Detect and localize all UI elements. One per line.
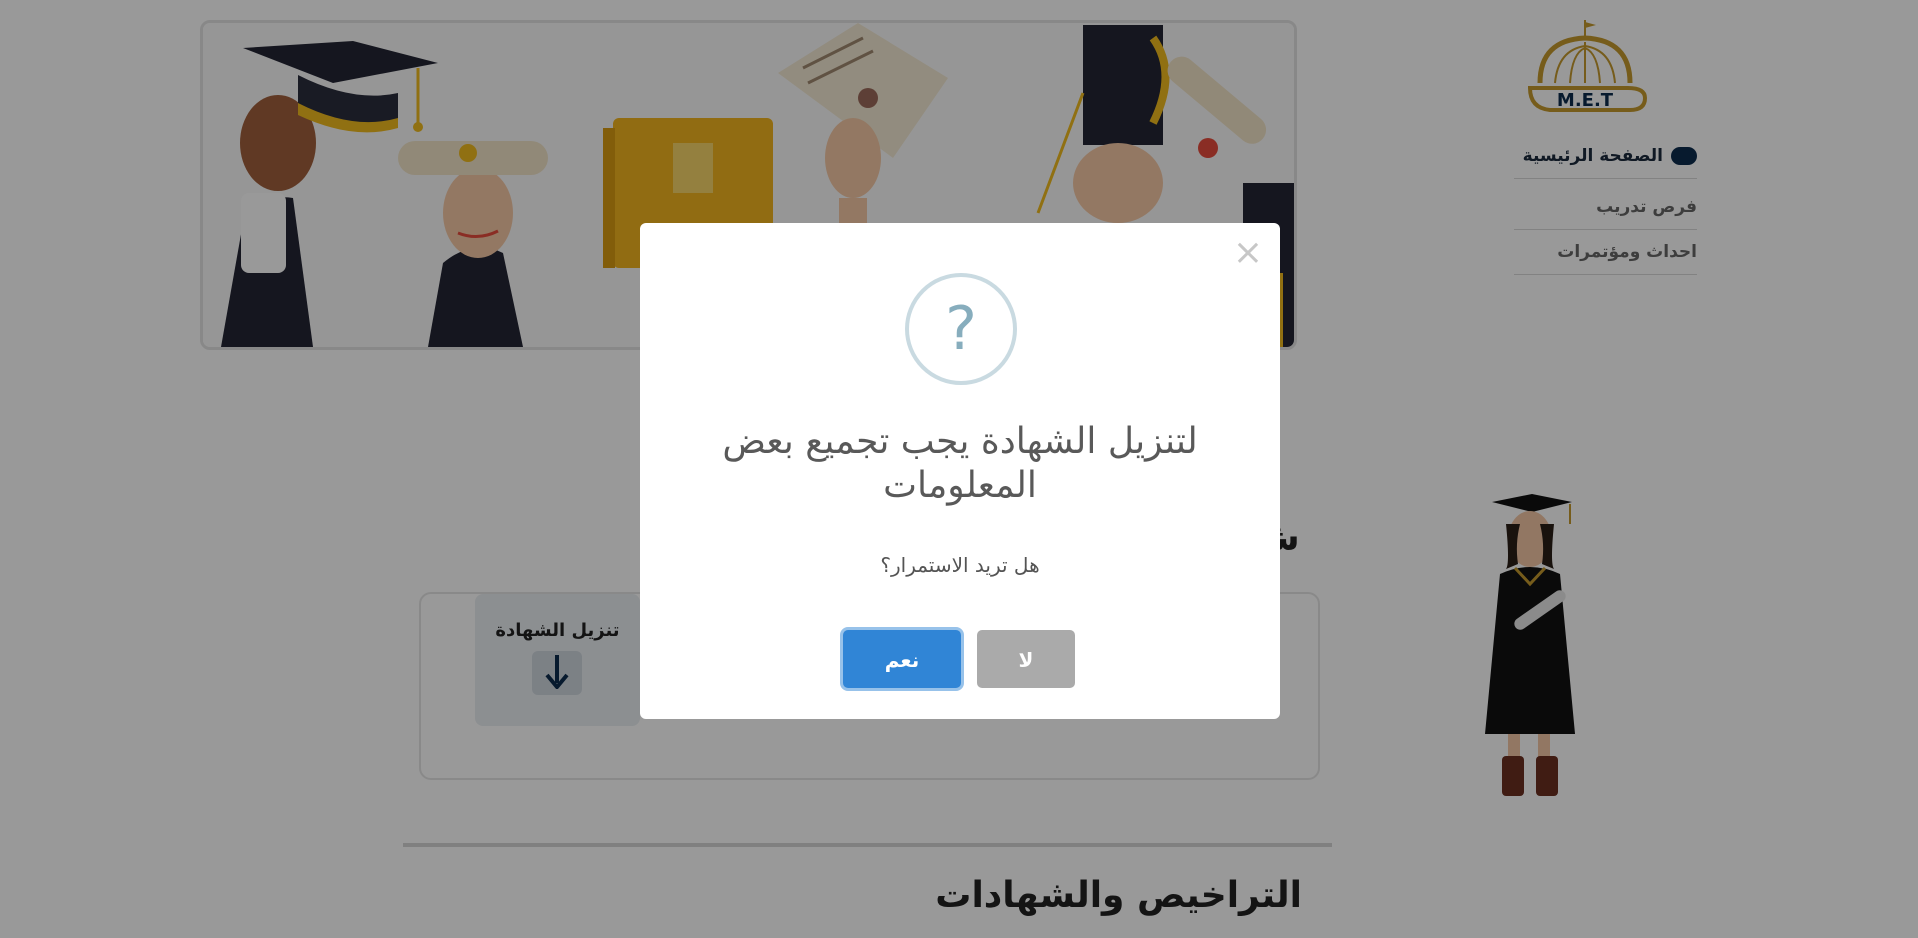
confirm-button[interactable]: نعم (843, 630, 961, 688)
question-mark: ? (945, 294, 977, 364)
cancel-button[interactable]: لا (977, 630, 1075, 688)
dialog-title: لتنزيل الشهادة يجب تجميع بعض المعلومات (722, 421, 1198, 506)
dialog-message: هل تريد الاستمرار؟ (880, 553, 1040, 577)
close-icon[interactable]: × (1232, 235, 1264, 271)
confirm-dialog: × ? لتنزيل الشهادة يجب تجميع بعض المعلوم… (640, 223, 1280, 719)
question-icon: ? (905, 273, 1017, 385)
